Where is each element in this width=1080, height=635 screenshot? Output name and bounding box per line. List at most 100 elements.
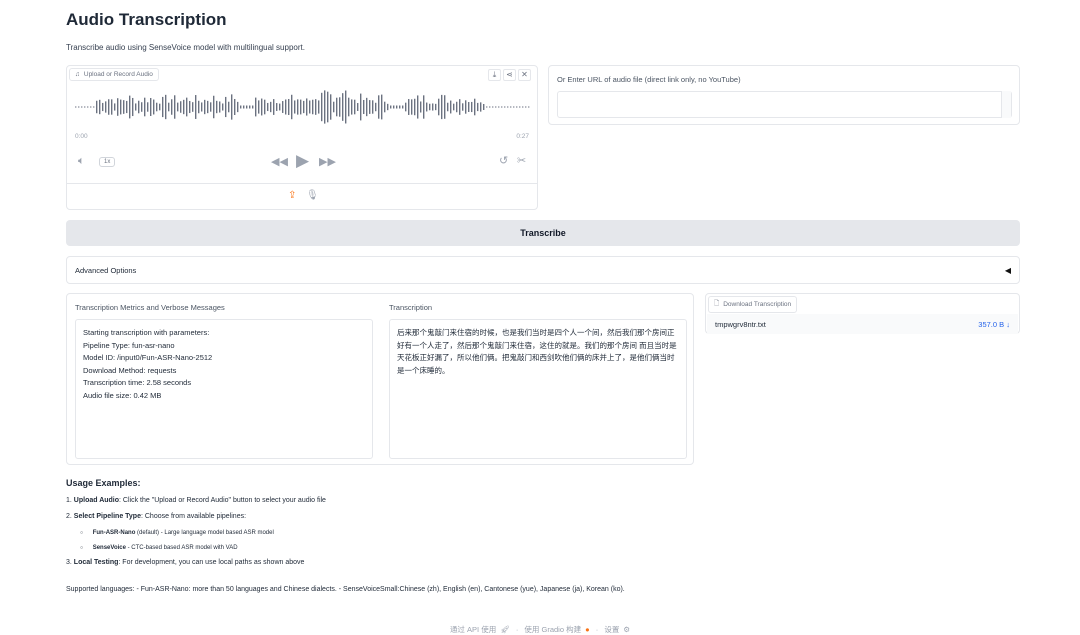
waveform-bar: [162, 96, 164, 118]
waveform-bar: [156, 102, 158, 112]
item-bold: SenseVoice: [92, 545, 126, 551]
page-subtitle: Transcribe audio using SenseVoice model …: [66, 43, 305, 52]
waveform-bar: [498, 106, 500, 108]
waveform-bar: [324, 90, 326, 124]
item-number: 2.: [66, 513, 72, 520]
waveform-bar: [456, 101, 458, 113]
share-icon[interactable]: ⋖: [503, 69, 516, 81]
download-panel: 🗋 Download Transcription tmpwgrv8ntr.txt…: [705, 293, 1020, 334]
url-scrollbar[interactable]: [1001, 91, 1011, 118]
file-icon: 🗋: [714, 300, 720, 307]
waveform-bar: [165, 94, 167, 120]
waveform-bar: [234, 98, 236, 116]
item-text: - CTC-based based ASR model with VAD: [125, 545, 238, 551]
waveform-bar: [492, 106, 494, 108]
waveform-bar: [378, 95, 380, 119]
waveform-bar: [123, 100, 125, 114]
waveform[interactable]: [75, 90, 531, 124]
microphone-icon[interactable]: 🎙︎: [306, 190, 319, 201]
waveform-bar: [459, 99, 461, 115]
gear-icon: ⚙: [623, 625, 631, 634]
waveform-bar: [516, 106, 518, 108]
waveform-bar: [291, 94, 293, 120]
metrics-textbox[interactable]: Starting transcription with parameters: …: [75, 319, 373, 459]
waveform-bar: [84, 106, 86, 108]
waveform-bar: [426, 102, 428, 112]
waveform-bar: [288, 98, 290, 116]
waveform-bar: [126, 100, 128, 114]
item-bold: Fun-ASR-Nano: [92, 530, 136, 536]
gradio-link[interactable]: 使用 Gradio 构建: [524, 625, 581, 634]
time-start: 0:00: [75, 133, 88, 140]
waveform-bar: [321, 92, 323, 122]
scissors-icon[interactable]: ✂: [517, 154, 526, 167]
waveform-bar: [159, 103, 161, 111]
waveform-bar: [429, 103, 431, 111]
transcribe-button[interactable]: Transcribe: [66, 220, 1020, 246]
waveform-bar: [387, 103, 389, 111]
waveform-bar: [246, 105, 248, 109]
waveform-bar: [78, 106, 80, 108]
waveform-bar: [510, 106, 512, 108]
waveform-bar: [282, 101, 284, 113]
waveform-bar: [102, 102, 104, 112]
close-icon[interactable]: ✕: [518, 69, 531, 81]
rewind-icon[interactable]: ◀◀: [271, 155, 288, 168]
waveform-bar: [300, 99, 302, 115]
metrics-line: Pipeline Type: fun-asr-nano: [83, 340, 175, 350]
waveform-bar: [147, 102, 149, 112]
waveform-bar: [360, 93, 362, 121]
fast-forward-icon[interactable]: ▶▶: [319, 155, 336, 168]
waveform-bar: [93, 106, 95, 108]
waveform-bar: [219, 101, 221, 113]
waveform-bar: [408, 99, 410, 115]
waveform-bar: [201, 102, 203, 112]
gradio-logo-icon: ●: [585, 625, 590, 634]
waveform-bar: [111, 99, 113, 115]
audio-panel: ♫ Upload or Record Audio ⤓ ⋖ ✕ 0:00 0:27…: [66, 65, 538, 210]
item-bold: Upload Audio: [73, 497, 120, 504]
waveform-bar: [231, 94, 233, 120]
item-text: : For development, you can use local pat…: [118, 559, 305, 566]
page-title: Audio Transcription: [66, 10, 227, 29]
url-label: Or Enter URL of audio file (direct link …: [557, 75, 741, 84]
waveform-bar: [285, 99, 287, 115]
url-input[interactable]: [557, 91, 1012, 118]
undo-icon[interactable]: ↺: [499, 154, 508, 167]
waveform-bar: [369, 100, 371, 114]
playback-speed-button[interactable]: 1x: [99, 157, 116, 167]
waveform-bar: [363, 99, 365, 115]
item-text: : Click the "Upload or Record Audio" but…: [119, 497, 326, 504]
advanced-options-accordion[interactable]: Advanced Options ◀: [66, 256, 1020, 284]
waveform-bar: [507, 106, 509, 108]
item-bold: Local Testing: [73, 559, 119, 566]
metrics-label: Transcription Metrics and Verbose Messag…: [75, 303, 225, 312]
transcription-textbox[interactable]: 后来那个鬼敲门来住宿的时候，也是我们当时是四个人一个间，然后我们那个房间正好有一…: [389, 319, 687, 459]
waveform-bar: [468, 102, 470, 112]
waveform-bar: [438, 98, 440, 116]
waveform-bar: [447, 102, 449, 112]
waveform-bar: [414, 98, 416, 116]
upload-icon[interactable]: ⇪: [288, 190, 296, 201]
footer: 通过 API 使用 🚀︎ · 使用 Gradio 构建 ● · 设置 ⚙: [0, 624, 1080, 635]
waveform-bar: [240, 105, 242, 109]
item-bold: Select Pipeline Type: [73, 513, 141, 520]
waveform-bar: [357, 103, 359, 111]
waveform-bar: [177, 102, 179, 112]
waveform-bar: [108, 99, 110, 115]
waveform-bar: [348, 97, 350, 117]
file-row[interactable]: tmpwgrv8ntr.txt 357.0 B ↓: [707, 314, 1018, 334]
play-icon[interactable]: ▶: [296, 151, 309, 171]
waveform-bar: [183, 99, 185, 115]
waveform-bar: [261, 98, 263, 116]
file-download-link[interactable]: 357.0 B ↓: [978, 320, 1010, 329]
volume-icon[interactable]: 🔈︎: [78, 155, 85, 168]
api-link[interactable]: 通过 API 使用: [450, 625, 496, 634]
waveform-bar: [174, 95, 176, 119]
time-end: 0:27: [516, 133, 529, 140]
usage-item: 3. Local Testing: For development, you c…: [66, 557, 966, 573]
metrics-line: Audio file size: 0.42 MB: [83, 390, 162, 400]
download-icon[interactable]: ⤓: [488, 69, 501, 81]
waveform-bar: [372, 100, 374, 114]
settings-link[interactable]: 设置: [604, 625, 619, 634]
